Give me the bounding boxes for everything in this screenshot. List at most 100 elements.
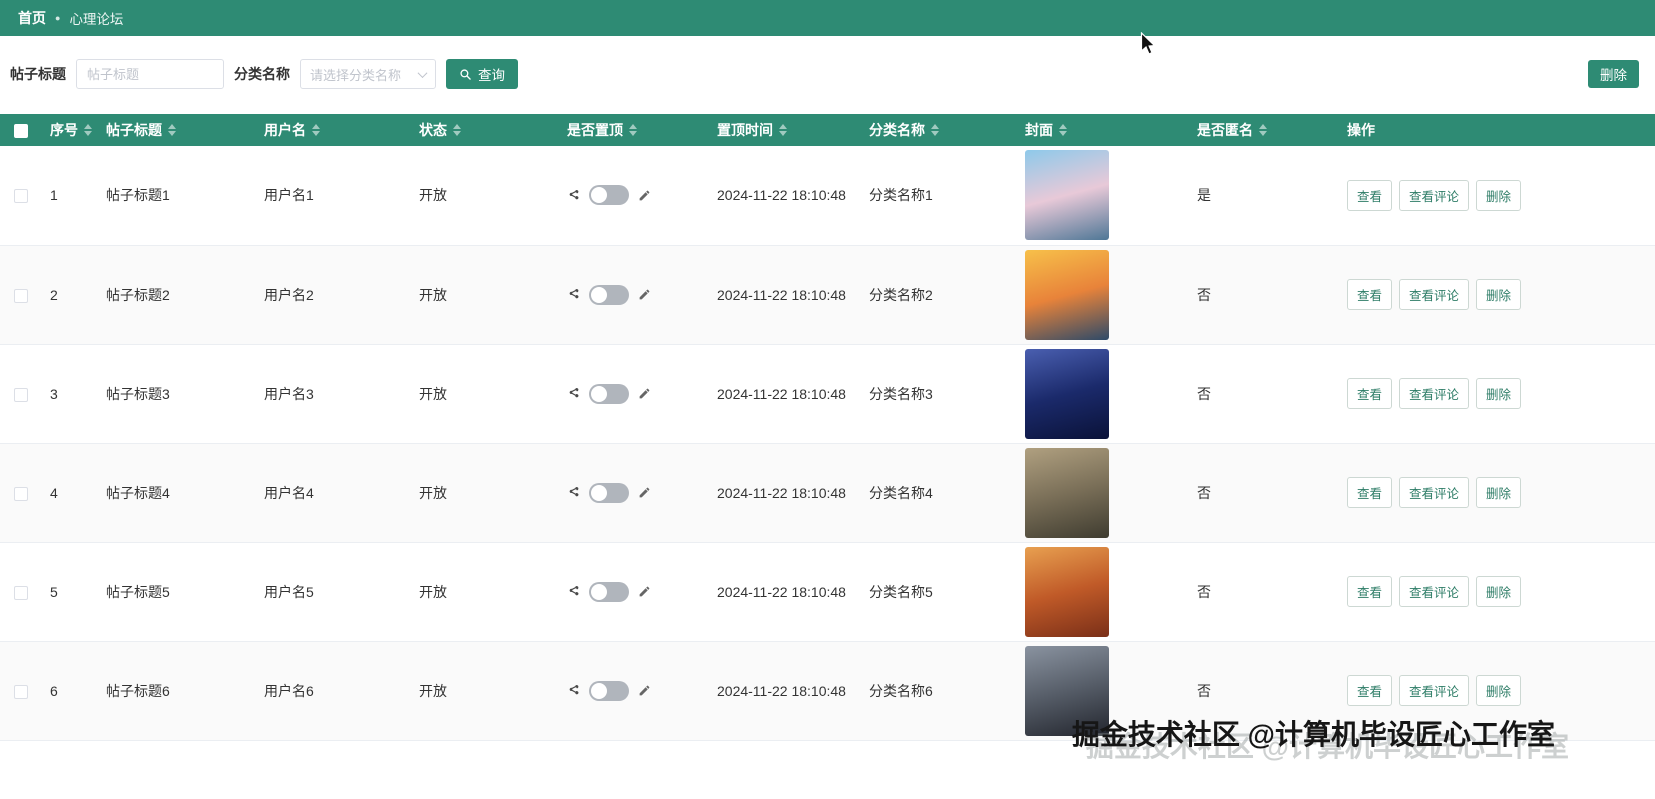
username: 用户名4 (256, 443, 411, 543)
share-icon[interactable] (567, 189, 580, 202)
category-label: 分类名称 (234, 66, 290, 82)
view-button[interactable]: 查看 (1347, 378, 1393, 409)
pin-toggle[interactable] (589, 383, 629, 404)
row-index: 5 (42, 542, 98, 642)
edit-icon[interactable] (638, 189, 651, 202)
cover-image[interactable] (1025, 249, 1109, 340)
share-icon[interactable] (567, 684, 580, 697)
view-comments-button[interactable]: 查看评论 (1399, 675, 1470, 706)
pin-toggle[interactable] (589, 680, 629, 701)
edit-icon[interactable] (638, 486, 651, 499)
share-icon[interactable] (567, 288, 580, 301)
post-title: 帖子标题2 (98, 245, 256, 345)
status: 开放 (411, 542, 559, 642)
table-row: 4 帖子标题4 用户名4 开放 2024-11-22 18:10:48 分类名称… (0, 443, 1655, 543)
sort-icon[interactable] (779, 124, 787, 136)
table-row: 2 帖子标题2 用户名2 开放 2024-11-22 18:10:48 分类名称… (0, 245, 1655, 345)
category-name: 分类名称6 (861, 641, 1017, 741)
category-select[interactable]: 请选择分类名称 (300, 59, 436, 89)
row-index: 3 (42, 344, 98, 444)
edit-icon[interactable] (638, 387, 651, 400)
row-checkbox[interactable] (14, 189, 28, 204)
view-button[interactable]: 查看 (1347, 675, 1393, 706)
delete-row-button[interactable]: 删除 (1476, 576, 1522, 607)
anonymous: 否 (1189, 245, 1339, 345)
pin-time: 2024-11-22 18:10:48 (709, 443, 861, 543)
share-icon[interactable] (567, 585, 580, 598)
view-button[interactable]: 查看 (1347, 179, 1393, 211)
delete-row-button[interactable]: 删除 (1476, 179, 1522, 211)
search-button-label: 查询 (478, 68, 505, 83)
sort-icon[interactable] (453, 124, 461, 136)
row-checkbox[interactable] (14, 486, 28, 501)
col-header-index[interactable]: 序号 (42, 114, 98, 146)
row-index: 6 (42, 641, 98, 741)
breadcrumb-home[interactable]: 首页 (18, 8, 46, 28)
sort-icon[interactable] (1059, 124, 1067, 136)
row-checkbox[interactable] (14, 387, 28, 402)
anonymous: 否 (1189, 542, 1339, 642)
post-title-input[interactable] (76, 59, 224, 89)
username: 用户名6 (256, 641, 411, 741)
view-comments-button[interactable]: 查看评论 (1399, 576, 1470, 607)
watermark: 掘金技术社区 @计算机毕设匠心工作室 掘金技术社区 @计算机毕设匠心工作室 (1072, 713, 1569, 762)
col-header-username[interactable]: 用户名 (256, 114, 411, 146)
col-header-anonymous[interactable]: 是否匿名 (1189, 114, 1339, 146)
pin-toggle[interactable] (589, 581, 629, 602)
edit-icon[interactable] (638, 684, 651, 697)
delete-row-button[interactable]: 删除 (1476, 675, 1522, 706)
col-header-pinned[interactable]: 是否置顶 (559, 114, 709, 146)
view-comments-button[interactable]: 查看评论 (1399, 279, 1470, 310)
status: 开放 (411, 443, 559, 543)
view-button[interactable]: 查看 (1347, 576, 1393, 607)
status: 开放 (411, 146, 559, 246)
mouse-cursor-icon (1140, 31, 1158, 61)
pin-toggle[interactable] (589, 284, 629, 305)
sort-icon[interactable] (1259, 124, 1267, 136)
select-all-checkbox[interactable] (14, 124, 28, 139)
col-header-title[interactable]: 帖子标题 (98, 114, 256, 146)
row-index: 1 (42, 146, 98, 246)
view-button[interactable]: 查看 (1347, 279, 1393, 310)
category-name: 分类名称3 (861, 344, 1017, 444)
cover-image[interactable] (1025, 348, 1109, 439)
batch-delete-button[interactable]: 删除 (1588, 60, 1639, 88)
view-comments-button[interactable]: 查看评论 (1399, 179, 1470, 211)
cover-image[interactable] (1025, 447, 1109, 538)
topbar: 首页 ● 心理论坛 (0, 0, 1655, 36)
status: 开放 (411, 245, 559, 345)
col-header-category[interactable]: 分类名称 (861, 114, 1017, 146)
delete-row-button[interactable]: 删除 (1476, 279, 1522, 310)
row-checkbox[interactable] (14, 585, 28, 600)
cover-image[interactable] (1025, 546, 1109, 637)
filter-bar: 帖子标题 分类名称 请选择分类名称 查询 删除 (10, 58, 1639, 90)
view-button[interactable]: 查看 (1347, 477, 1393, 508)
row-checkbox[interactable] (14, 684, 28, 699)
delete-row-button[interactable]: 删除 (1476, 477, 1522, 508)
post-title: 帖子标题6 (98, 641, 256, 741)
col-header-pin-time[interactable]: 置顶时间 (709, 114, 861, 146)
category-name: 分类名称4 (861, 443, 1017, 543)
view-comments-button[interactable]: 查看评论 (1399, 477, 1470, 508)
share-icon[interactable] (567, 486, 580, 499)
sort-icon[interactable] (84, 124, 92, 136)
view-comments-button[interactable]: 查看评论 (1399, 378, 1470, 409)
sort-icon[interactable] (931, 124, 939, 136)
category-name: 分类名称1 (861, 146, 1017, 246)
sort-icon[interactable] (312, 124, 320, 136)
share-icon[interactable] (567, 387, 580, 400)
col-header-cover[interactable]: 封面 (1017, 114, 1189, 146)
pin-toggle[interactable] (589, 482, 629, 503)
table-body: 1 帖子标题1 用户名1 开放 2024-11-22 18:10:48 分类名称… (0, 146, 1655, 741)
edit-icon[interactable] (638, 585, 651, 598)
row-checkbox[interactable] (14, 288, 28, 303)
sort-icon[interactable] (168, 124, 176, 136)
col-header-status[interactable]: 状态 (411, 114, 559, 146)
cover-image[interactable] (1025, 150, 1109, 241)
search-button[interactable]: 查询 (446, 59, 518, 89)
delete-row-button[interactable]: 删除 (1476, 378, 1522, 409)
username: 用户名2 (256, 245, 411, 345)
edit-icon[interactable] (638, 288, 651, 301)
pin-toggle[interactable] (589, 185, 629, 206)
sort-icon[interactable] (629, 124, 637, 136)
